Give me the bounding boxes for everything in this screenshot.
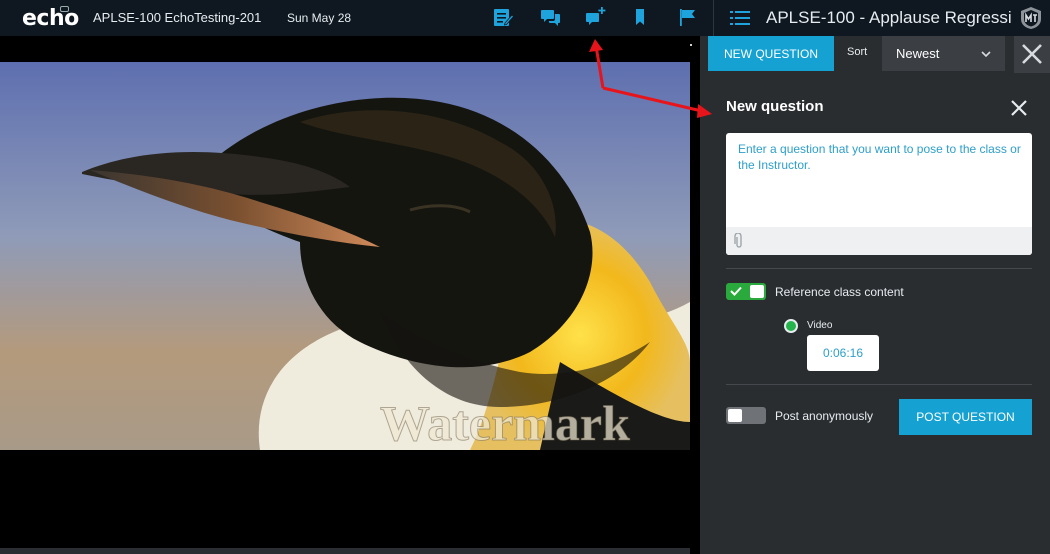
video-scrub-bar[interactable] bbox=[0, 548, 690, 554]
video-frame[interactable]: Watermark bbox=[0, 62, 690, 450]
reference-label: Reference class content bbox=[775, 285, 904, 299]
course-title: APLSE-100 EchoTesting-201 bbox=[93, 10, 262, 25]
close-form-icon[interactable] bbox=[1010, 99, 1028, 117]
brand-shield-icon bbox=[1021, 7, 1041, 29]
sort-select[interactable]: Newest bbox=[882, 36, 1005, 71]
post-question-button[interactable]: POST QUESTION bbox=[899, 399, 1032, 435]
list-icon[interactable] bbox=[729, 8, 751, 28]
paperclip-icon[interactable] bbox=[734, 233, 744, 249]
discussion-icon[interactable] bbox=[540, 6, 562, 28]
sort-value: Newest bbox=[896, 46, 940, 61]
divider bbox=[726, 268, 1032, 269]
video-radio[interactable] bbox=[784, 319, 798, 333]
check-icon bbox=[730, 286, 742, 296]
watermark-text: Watermark bbox=[380, 395, 630, 450]
anonymous-toggle[interactable] bbox=[726, 407, 766, 424]
class-date: Sun May 28 bbox=[287, 11, 352, 25]
echo-logo: echo bbox=[22, 6, 79, 31]
watermark-overlay: Watermark bbox=[380, 395, 631, 451]
toggle-knob bbox=[728, 409, 742, 422]
topbar-divider bbox=[713, 0, 714, 36]
close-icon bbox=[1022, 44, 1042, 64]
divider bbox=[726, 384, 1032, 385]
new-question-button[interactable]: NEW QUESTION bbox=[708, 36, 834, 71]
timestamp-field[interactable]: 0:06:16 bbox=[807, 335, 879, 371]
logo-badge-icon bbox=[60, 6, 69, 12]
bookmark-icon[interactable] bbox=[629, 6, 651, 28]
panel-course-title: APLSE-100 - Applause Regression bbox=[766, 8, 1011, 27]
video-marker bbox=[690, 44, 692, 46]
top-bar: echo APLSE-100 EchoTesting-201 Sun May 2… bbox=[0, 0, 1050, 36]
toggle-knob bbox=[750, 285, 764, 298]
video-label: Video bbox=[807, 320, 833, 331]
question-input[interactable]: Enter a question that you want to pose t… bbox=[726, 133, 1032, 255]
new-question-heading: New question bbox=[726, 98, 824, 115]
new-question-icon[interactable] bbox=[585, 6, 607, 28]
question-placeholder: Enter a question that you want to pose t… bbox=[738, 142, 1021, 172]
close-panel-button[interactable] bbox=[1014, 36, 1050, 73]
chevron-down-icon bbox=[981, 51, 991, 58]
sort-label: Sort bbox=[847, 46, 868, 58]
reference-toggle[interactable] bbox=[726, 283, 766, 300]
anonymous-label: Post anonymously bbox=[775, 409, 874, 423]
attachment-bar bbox=[726, 227, 1032, 255]
notes-icon[interactable] bbox=[492, 6, 514, 28]
flag-icon[interactable] bbox=[676, 6, 698, 28]
